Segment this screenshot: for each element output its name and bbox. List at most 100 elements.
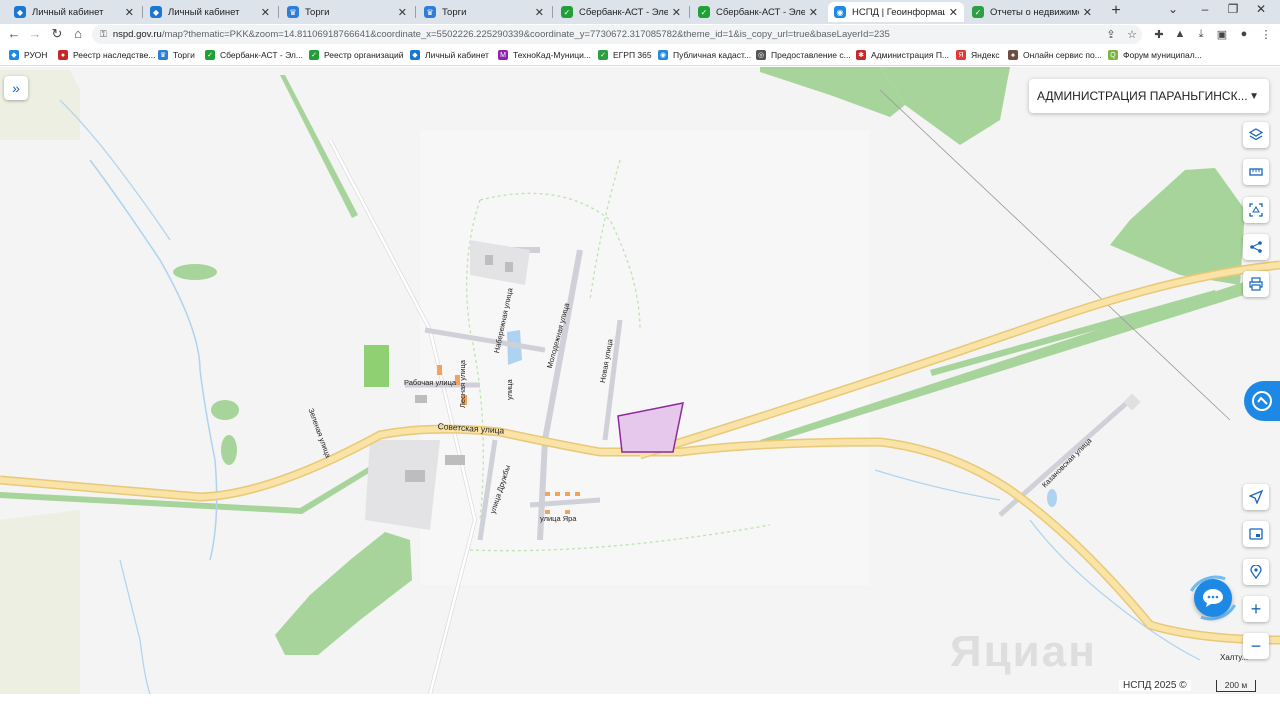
- bookmark-item[interactable]: ✓ ЕГРП 365: [598, 50, 652, 60]
- browser-tab[interactable]: ♛ Торги ✕: [281, 2, 413, 22]
- address-bar[interactable]: ⚿ nspd.gov.ru/map?thematic=PKK&zoom=14.8…: [92, 25, 1142, 44]
- bookmark-label: Яндекс: [971, 50, 1000, 60]
- sidepanel-icon[interactable]: ▣: [1214, 28, 1230, 41]
- side-panel-tab[interactable]: [1244, 381, 1280, 421]
- avatar[interactable]: ●: [1236, 28, 1252, 40]
- zoom-in-button[interactable]: +: [1243, 596, 1269, 622]
- tab-title: Отчеты о недвижимости: [990, 6, 1079, 18]
- share-button[interactable]: [1243, 234, 1269, 260]
- close-icon[interactable]: ✕: [672, 6, 681, 19]
- bookmark-icon: ◆: [410, 50, 420, 60]
- bookmark-item[interactable]: Я Яндекс: [956, 50, 1000, 60]
- url-text[interactable]: nspd.gov.ru/map?thematic=PKK&zoom=14.811…: [113, 29, 890, 40]
- reload-icon[interactable]: ↻: [49, 26, 65, 42]
- industrial-area: [365, 440, 440, 530]
- bookmark-item[interactable]: ◆ Личный кабинет: [410, 50, 489, 60]
- close-icon[interactable]: ✕: [1083, 6, 1092, 19]
- extensions-icon[interactable]: ✚: [1151, 28, 1167, 41]
- building: [405, 470, 425, 482]
- bookmark-item[interactable]: M ТехноКад-Муници...: [498, 50, 591, 60]
- tab-title: Личный кабинет: [168, 6, 240, 18]
- bookmarks-bar: ◆ РУОН ● Реестр наследстве... ♛ Торги ✓ Сбер…: [0, 46, 1280, 66]
- bookmark-item[interactable]: ◉ Публичная кадаст...: [658, 50, 751, 60]
- bookmark-label: ТехноКад-Муници...: [513, 50, 591, 60]
- browser-tab[interactable]: ◆ Личный кабинет ✕: [8, 2, 140, 22]
- bookmark-icon: Я: [956, 50, 966, 60]
- building: [1123, 393, 1141, 411]
- tab-title: Личный кабинет: [32, 6, 104, 18]
- bookmark-icon: ◎: [756, 50, 766, 60]
- bookmark-item[interactable]: ♠ Онлайн сервис по...: [1008, 50, 1102, 60]
- forest-area: [211, 400, 239, 420]
- profile-ext-icon[interactable]: ▲: [1172, 28, 1188, 40]
- bookmark-label: Публичная кадаст...: [673, 50, 752, 60]
- tab-divider: [278, 6, 279, 18]
- bookmark-icon: ♠: [1008, 50, 1018, 60]
- bookmark-label: Предоставление с...: [771, 50, 851, 60]
- bookmark-item[interactable]: ✓ Сбербанк-АСТ - Эл...: [205, 50, 303, 60]
- browser-tab[interactable]: ♛ Торги ✕: [418, 2, 550, 22]
- bookmark-icon: Q: [1108, 50, 1118, 60]
- download-icon[interactable]: ⤓: [1193, 28, 1209, 41]
- layers-button[interactable]: [1243, 122, 1269, 148]
- close-window-icon[interactable]: ✕: [1251, 2, 1271, 16]
- street-label: улица: [505, 379, 514, 400]
- tab-title: Сбербанк-АСТ - Электро: [579, 6, 668, 18]
- site-info-icon[interactable]: ⚿: [100, 29, 107, 40]
- close-icon[interactable]: ✕: [535, 6, 544, 19]
- bookmark-label: Форум муниципал...: [1123, 50, 1202, 60]
- geolocation-button[interactable]: [1243, 484, 1269, 510]
- browser-tab[interactable]: ✓ Сбербанк-АСТ - Электро ✕: [555, 2, 687, 22]
- bookmark-item[interactable]: ✓ Реестр организаций: [309, 50, 404, 60]
- back-icon[interactable]: ←: [6, 26, 22, 41]
- bookmark-star-icon[interactable]: ☆: [1124, 28, 1140, 41]
- tab-divider: [689, 6, 690, 18]
- share-icon[interactable]: ⇪: [1103, 28, 1119, 41]
- bookmark-item[interactable]: Q Форум муниципал...: [1108, 50, 1202, 60]
- map-canvas[interactable]: Советская улица Рабочая улица Набережная…: [0, 67, 1280, 694]
- url-host: nspd.gov.ru: [112, 29, 162, 40]
- home-icon[interactable]: ⌂: [70, 26, 86, 41]
- location-search-button[interactable]: [1243, 559, 1269, 585]
- sber-icon: ✓: [698, 6, 710, 18]
- check-icon: ✓: [972, 6, 984, 18]
- map-copyright: НСПД 2025 ©: [1119, 680, 1191, 691]
- close-icon[interactable]: ✕: [398, 6, 407, 19]
- expand-panel-button[interactable]: »: [4, 76, 28, 100]
- measure-button[interactable]: [1243, 159, 1269, 185]
- bookmark-item[interactable]: ♛ Торги: [158, 50, 195, 60]
- browser-tab[interactable]: ✓ Отчеты о недвижимости ✕: [966, 2, 1098, 22]
- minimap-button[interactable]: [1243, 521, 1269, 547]
- browser-tab[interactable]: ✓ Сбербанк-АСТ - Электро ✕: [692, 2, 824, 22]
- menu-icon[interactable]: ⋮: [1258, 28, 1274, 41]
- close-icon[interactable]: ✕: [949, 6, 958, 19]
- bookmark-icon: ♛: [158, 50, 168, 60]
- new-tab-button[interactable]: +: [1108, 2, 1124, 20]
- bookmark-item[interactable]: ◎ Предоставление с...: [756, 50, 851, 60]
- bookmark-item[interactable]: ● Реестр наследстве...: [58, 50, 156, 60]
- bookmark-item[interactable]: ✱ Администрация П...: [856, 50, 949, 60]
- building: [437, 365, 442, 375]
- forward-icon[interactable]: →: [27, 26, 43, 41]
- tab-divider: [552, 6, 553, 18]
- browser-tab-active[interactable]: ◉ НСПД | Геоинформацио ✕: [828, 2, 964, 22]
- page-bottom-margin: [0, 694, 1280, 718]
- close-icon[interactable]: ✕: [809, 6, 818, 19]
- tab-search-icon[interactable]: ⌄: [1163, 2, 1183, 16]
- browser-tab[interactable]: ◆ Личный кабинет ✕: [144, 2, 276, 22]
- restore-icon[interactable]: ❐: [1223, 2, 1243, 16]
- close-icon[interactable]: ✕: [261, 6, 270, 19]
- minimap-icon: [1249, 528, 1263, 540]
- minimize-icon[interactable]: –: [1195, 2, 1215, 16]
- bookmark-item[interactable]: ◆ РУОН: [9, 50, 47, 60]
- building: [445, 455, 465, 465]
- forest-area: [173, 264, 217, 280]
- chat-button[interactable]: [1181, 568, 1245, 628]
- building: [575, 492, 580, 496]
- bookmark-icon: ●: [58, 50, 68, 60]
- organization-select[interactable]: АДМИНИСТРАЦИЯ ПАРАНЬГИНСК... ▼: [1029, 79, 1269, 113]
- close-icon[interactable]: ✕: [125, 6, 134, 19]
- print-button[interactable]: [1243, 271, 1269, 297]
- zoom-out-button[interactable]: −: [1243, 633, 1269, 659]
- select-area-button[interactable]: [1243, 197, 1269, 223]
